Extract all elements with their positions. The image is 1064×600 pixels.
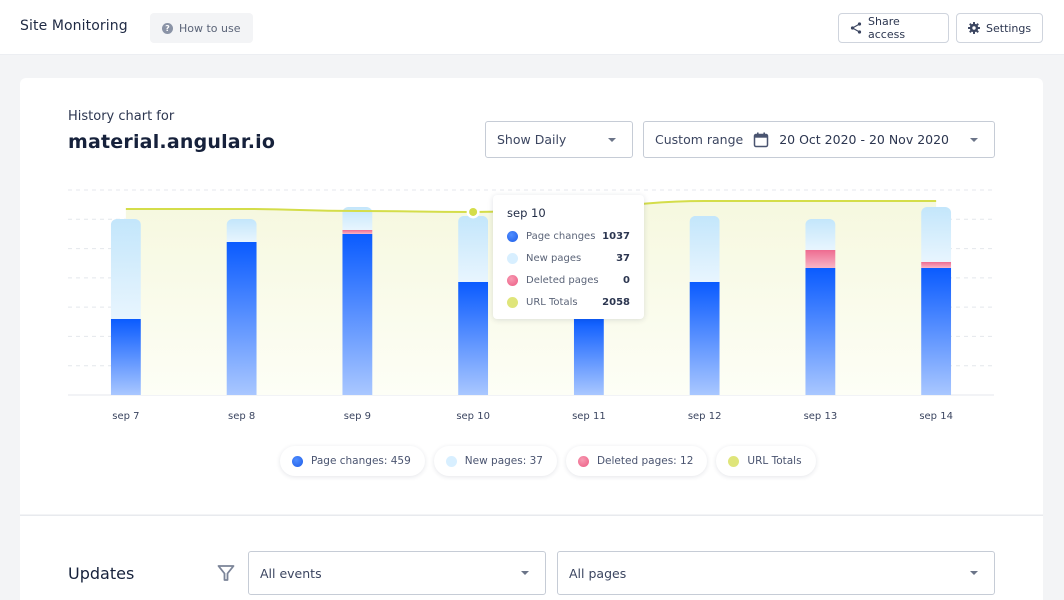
bar-group[interactable] <box>226 218 257 395</box>
share-access-button[interactable]: Share access <box>838 13 949 43</box>
x-tick-label: sep 11 <box>572 411 606 422</box>
url-totals-dot-icon <box>507 296 518 308</box>
legend-label: URL Totals <box>747 455 802 467</box>
legend-page-changes[interactable]: Page changes: 459 <box>280 446 425 476</box>
bar-group[interactable] <box>805 218 836 395</box>
tooltip-value: 37 <box>616 252 630 264</box>
filter-icon[interactable] <box>217 564 235 582</box>
share-access-label: Share access <box>868 15 906 41</box>
updates-title: Updates <box>68 564 135 583</box>
bar-new-pages[interactable] <box>226 218 257 242</box>
bar-group[interactable] <box>458 215 489 395</box>
page-changes-dot-icon <box>292 455 303 467</box>
bar-page-changes[interactable] <box>110 319 141 395</box>
history-chart-card: History chart for material.angular.io Sh… <box>20 78 1043 514</box>
bar-group[interactable] <box>342 206 373 395</box>
help-icon: ? <box>162 22 173 34</box>
bar-page-changes[interactable] <box>921 267 952 395</box>
legend-deleted-pages[interactable]: Deleted pages: 12 <box>565 446 708 476</box>
x-tick-label: sep 9 <box>344 411 371 422</box>
tooltip-value: 0 <box>623 274 630 286</box>
url-totals-point[interactable] <box>469 207 478 216</box>
legend-label: New pages: 37 <box>464 455 543 467</box>
bar-new-pages[interactable] <box>458 215 489 282</box>
bar-group[interactable] <box>921 206 952 395</box>
x-tick-label: sep 14 <box>919 411 953 422</box>
bar-new-pages[interactable] <box>110 218 141 320</box>
chevron-down-icon <box>521 571 529 575</box>
legend-new-pages[interactable]: New pages: 37 <box>433 446 557 476</box>
updates-card: Updates All events All pages <box>20 515 1043 600</box>
legend-label: Deleted pages: 12 <box>596 455 694 467</box>
pages-select-value: All pages <box>569 565 627 581</box>
tooltip-row-url-totals: URL Totals 2058 <box>507 291 630 313</box>
chart-tooltip: sep 10 Page changes 1037 New pages 37 De… <box>493 195 644 319</box>
tooltip-label: URL Totals <box>526 296 578 308</box>
new-pages-dot-icon <box>445 455 457 467</box>
new-pages-dot-icon <box>507 252 518 264</box>
x-tick-label: sep 13 <box>804 411 838 422</box>
tooltip-label: New pages <box>526 252 582 264</box>
app-title: Site Monitoring <box>20 18 128 34</box>
events-select-value: All events <box>260 565 322 581</box>
x-tick-label: sep 7 <box>112 411 139 422</box>
bar-new-pages[interactable] <box>689 215 720 282</box>
pages-select[interactable]: All pages <box>557 551 995 595</box>
x-tick-label: sep 8 <box>228 411 255 422</box>
bar-deleted-pages[interactable] <box>921 261 952 268</box>
deleted-pages-dot-icon <box>507 274 518 286</box>
tooltip-label: Page changes <box>526 230 596 242</box>
how-to-use-label: How to use <box>179 21 241 35</box>
tooltip-value: 2058 <box>602 296 630 308</box>
tooltip-row-new-pages: New pages 37 <box>507 247 630 269</box>
chart-legend: Page changes: 459 New pages: 37 Deleted … <box>280 446 816 476</box>
settings-button[interactable]: Settings <box>956 13 1043 43</box>
bar-deleted-pages[interactable] <box>805 249 836 268</box>
x-tick-label: sep 12 <box>688 411 722 422</box>
tooltip-value: 1037 <box>602 230 630 242</box>
share-icon <box>850 22 862 34</box>
bar-group[interactable] <box>689 215 720 395</box>
how-to-use-button[interactable]: ? How to use <box>150 13 253 43</box>
chevron-down-icon <box>970 571 978 575</box>
top-bar: Site Monitoring ? How to use Share acces… <box>0 0 1064 55</box>
bar-page-changes[interactable] <box>226 241 257 395</box>
bar-new-pages[interactable] <box>805 218 836 250</box>
legend-label: Page changes: 459 <box>311 455 411 467</box>
x-tick-label: sep 10 <box>456 411 490 422</box>
url-totals-dot-icon <box>728 455 740 467</box>
bar-page-changes[interactable] <box>689 281 720 395</box>
settings-label: Settings <box>986 21 1032 35</box>
deleted-pages-dot-icon <box>577 455 589 467</box>
page-changes-dot-icon <box>507 230 518 242</box>
bar-page-changes[interactable] <box>805 267 836 395</box>
bar-new-pages[interactable] <box>921 206 952 262</box>
bar-deleted-pages[interactable] <box>342 229 373 235</box>
legend-url-totals[interactable]: URL Totals <box>716 446 816 476</box>
bar-group[interactable] <box>110 218 141 395</box>
tooltip-row-deleted-pages: Deleted pages 0 <box>507 269 630 291</box>
tooltip-row-page-changes: Page changes 1037 <box>507 225 630 247</box>
gear-icon <box>968 22 980 34</box>
tooltip-title: sep 10 <box>507 206 546 220</box>
bar-page-changes[interactable] <box>458 281 489 395</box>
bar-page-changes[interactable] <box>342 234 373 395</box>
tooltip-label: Deleted pages <box>526 274 599 286</box>
events-select[interactable]: All events <box>248 551 546 595</box>
bar-page-changes[interactable] <box>573 319 604 395</box>
